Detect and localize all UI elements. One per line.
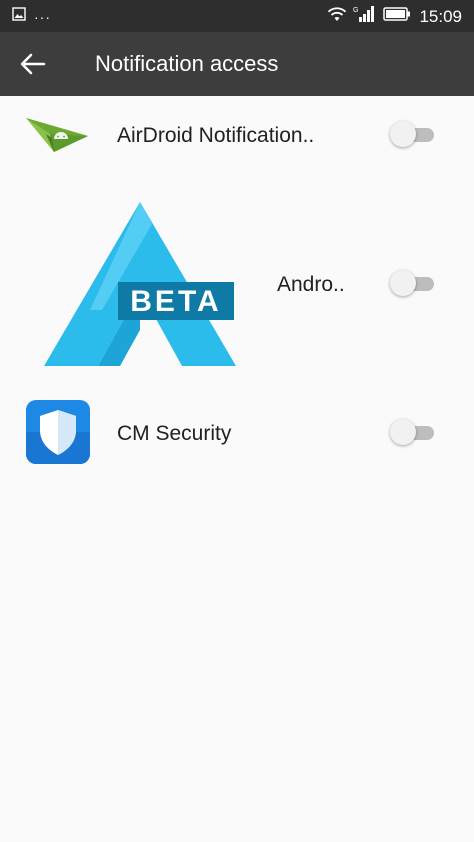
toggle-android-beta[interactable] — [390, 269, 434, 297]
toggle-cm-security[interactable] — [390, 418, 434, 446]
back-button[interactable] — [18, 50, 48, 78]
status-left: ··· — [12, 7, 51, 26]
toggle-airdroid[interactable] — [390, 120, 434, 148]
airdroid-icon — [24, 112, 92, 163]
svg-text:BETA: BETA — [130, 285, 221, 318]
image-notification-icon — [12, 7, 26, 26]
svg-text:G: G — [353, 7, 358, 14]
status-bar: ··· G 15:09 — [0, 0, 474, 32]
list-item-cm-security[interactable]: CM Security — [0, 396, 474, 470]
more-notifications-indicator: ··· — [34, 8, 51, 25]
app-bar: Notification access — [0, 32, 474, 96]
wifi-icon — [327, 6, 347, 27]
signal-icon: G — [353, 5, 375, 28]
page-title: Notification access — [95, 51, 279, 76]
cm-security-shield-icon — [26, 400, 90, 469]
toggle-thumb — [390, 419, 416, 445]
battery-icon — [383, 7, 411, 26]
list-item-label: AirDroid Notification.. — [117, 124, 315, 147]
list-item-android-beta[interactable]: BETA Andro.. — [0, 195, 474, 373]
toggle-thumb — [390, 270, 416, 296]
android-beta-icon: BETA — [40, 200, 240, 373]
back-arrow-icon — [20, 53, 46, 75]
toggle-thumb — [390, 121, 416, 147]
list-item-airdroid[interactable]: AirDroid Notification.. — [0, 98, 474, 172]
status-right: G 15:09 — [327, 5, 462, 28]
status-time: 15:09 — [419, 6, 462, 26]
list-item-label: Andro.. — [277, 273, 345, 296]
list-item-label: CM Security — [117, 422, 232, 445]
